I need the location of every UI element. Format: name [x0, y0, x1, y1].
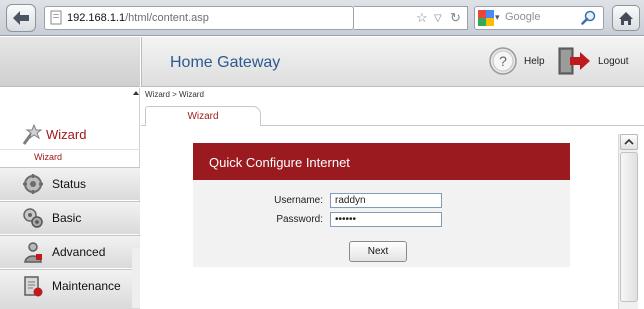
content-scrollbar[interactable]	[618, 134, 638, 309]
sidebar-item-status[interactable]: Status	[0, 167, 140, 200]
sidebar-item-advanced[interactable]: Advanced	[0, 235, 140, 268]
scroll-up-button[interactable]	[620, 134, 638, 150]
password-input[interactable]	[330, 212, 442, 227]
password-label: Password:	[276, 214, 323, 225]
home-icon	[619, 11, 633, 25]
magnifier-icon	[581, 10, 596, 25]
help-link[interactable]: Help	[524, 56, 545, 67]
maintenance-icon	[24, 276, 43, 297]
sidebar-subitem-label: Wizard	[34, 152, 63, 162]
reload-icon[interactable]: ↻	[450, 10, 461, 26]
sidebar-item-wizard[interactable]: Wizard	[0, 118, 140, 150]
logout-icon[interactable]	[556, 46, 592, 76]
breadcrumb: Wizard > Wizard	[145, 90, 204, 99]
breadcrumb-bar: Wizard > Wizard	[141, 88, 644, 104]
sidebar-item-label: Status	[52, 177, 87, 191]
username-input[interactable]	[330, 193, 442, 208]
history-dropdown-icon[interactable]: ▽	[434, 13, 442, 24]
search-placeholder: Google	[505, 11, 541, 23]
sidebar-scroll-up-icon[interactable]	[132, 89, 140, 97]
page-icon	[50, 10, 62, 25]
panel-header: Quick Configure Internet	[193, 143, 570, 180]
sidebar-item-label: Wizard	[46, 127, 87, 142]
wizard-icon	[22, 123, 43, 145]
sidebar-item-label: Basic	[52, 211, 82, 225]
status-icon	[23, 174, 43, 194]
next-button[interactable]: Next	[349, 241, 407, 262]
sidebar-item-label: Maintenance	[52, 279, 121, 293]
url-path: /html/content.asp	[125, 12, 209, 24]
panel-title: Quick Configure Internet	[209, 155, 350, 170]
chevron-up-icon	[624, 138, 634, 145]
quick-configure-panel: Quick Configure Internet Username: Passw…	[193, 143, 570, 267]
home-button[interactable]	[612, 5, 640, 31]
sidebar: Wizard Wizard Status Basic Advanced Main…	[0, 88, 140, 309]
help-icon[interactable]: ?	[488, 46, 518, 76]
search-engine-dropdown-icon[interactable]: ▾	[495, 12, 500, 23]
page-title: Home Gateway	[170, 54, 281, 71]
url-host: 192.168.1.1	[67, 12, 126, 24]
screen: 192.168.1.1/html/content.asp ☆ ▽ ↻ ▾ Goo…	[0, 0, 644, 309]
back-button[interactable]	[6, 4, 36, 32]
sidebar-item-label: Advanced	[52, 245, 106, 259]
page-header: Home Gateway ? Help Logout	[141, 37, 644, 87]
sidebar-item-maintenance[interactable]: Maintenance	[0, 269, 140, 309]
url-text: 192.168.1.1/html/content.asp	[67, 7, 209, 29]
google-icon	[478, 10, 494, 26]
svg-text:?: ?	[499, 53, 507, 69]
sidebar-item-basic[interactable]: Basic	[0, 201, 140, 234]
search-box[interactable]: ▾ Google	[474, 6, 604, 30]
main-content: Quick Configure Internet Username: Passw…	[141, 127, 618, 309]
sidebar-header	[0, 37, 140, 87]
advanced-icon	[24, 242, 42, 263]
bookmark-star-icon[interactable]: ☆	[416, 10, 428, 26]
tab-wizard[interactable]: Wizard	[145, 106, 261, 126]
address-bar-tools: ☆ ▽ ↻	[354, 6, 468, 30]
basic-icon	[23, 208, 43, 228]
back-arrow-icon	[13, 11, 29, 25]
search-button[interactable]	[577, 8, 601, 28]
browser-toolbar: 192.168.1.1/html/content.asp ☆ ▽ ↻ ▾ Goo…	[0, 0, 644, 36]
sidebar-subitem-wizard[interactable]: Wizard	[0, 150, 140, 166]
sidebar-scrollbar[interactable]	[132, 248, 140, 308]
scroll-thumb[interactable]	[620, 152, 638, 302]
tab-bar: Wizard	[141, 104, 644, 126]
address-bar[interactable]: 192.168.1.1/html/content.asp	[44, 6, 354, 30]
username-label: Username:	[274, 195, 323, 206]
logout-link[interactable]: Logout	[598, 56, 629, 67]
